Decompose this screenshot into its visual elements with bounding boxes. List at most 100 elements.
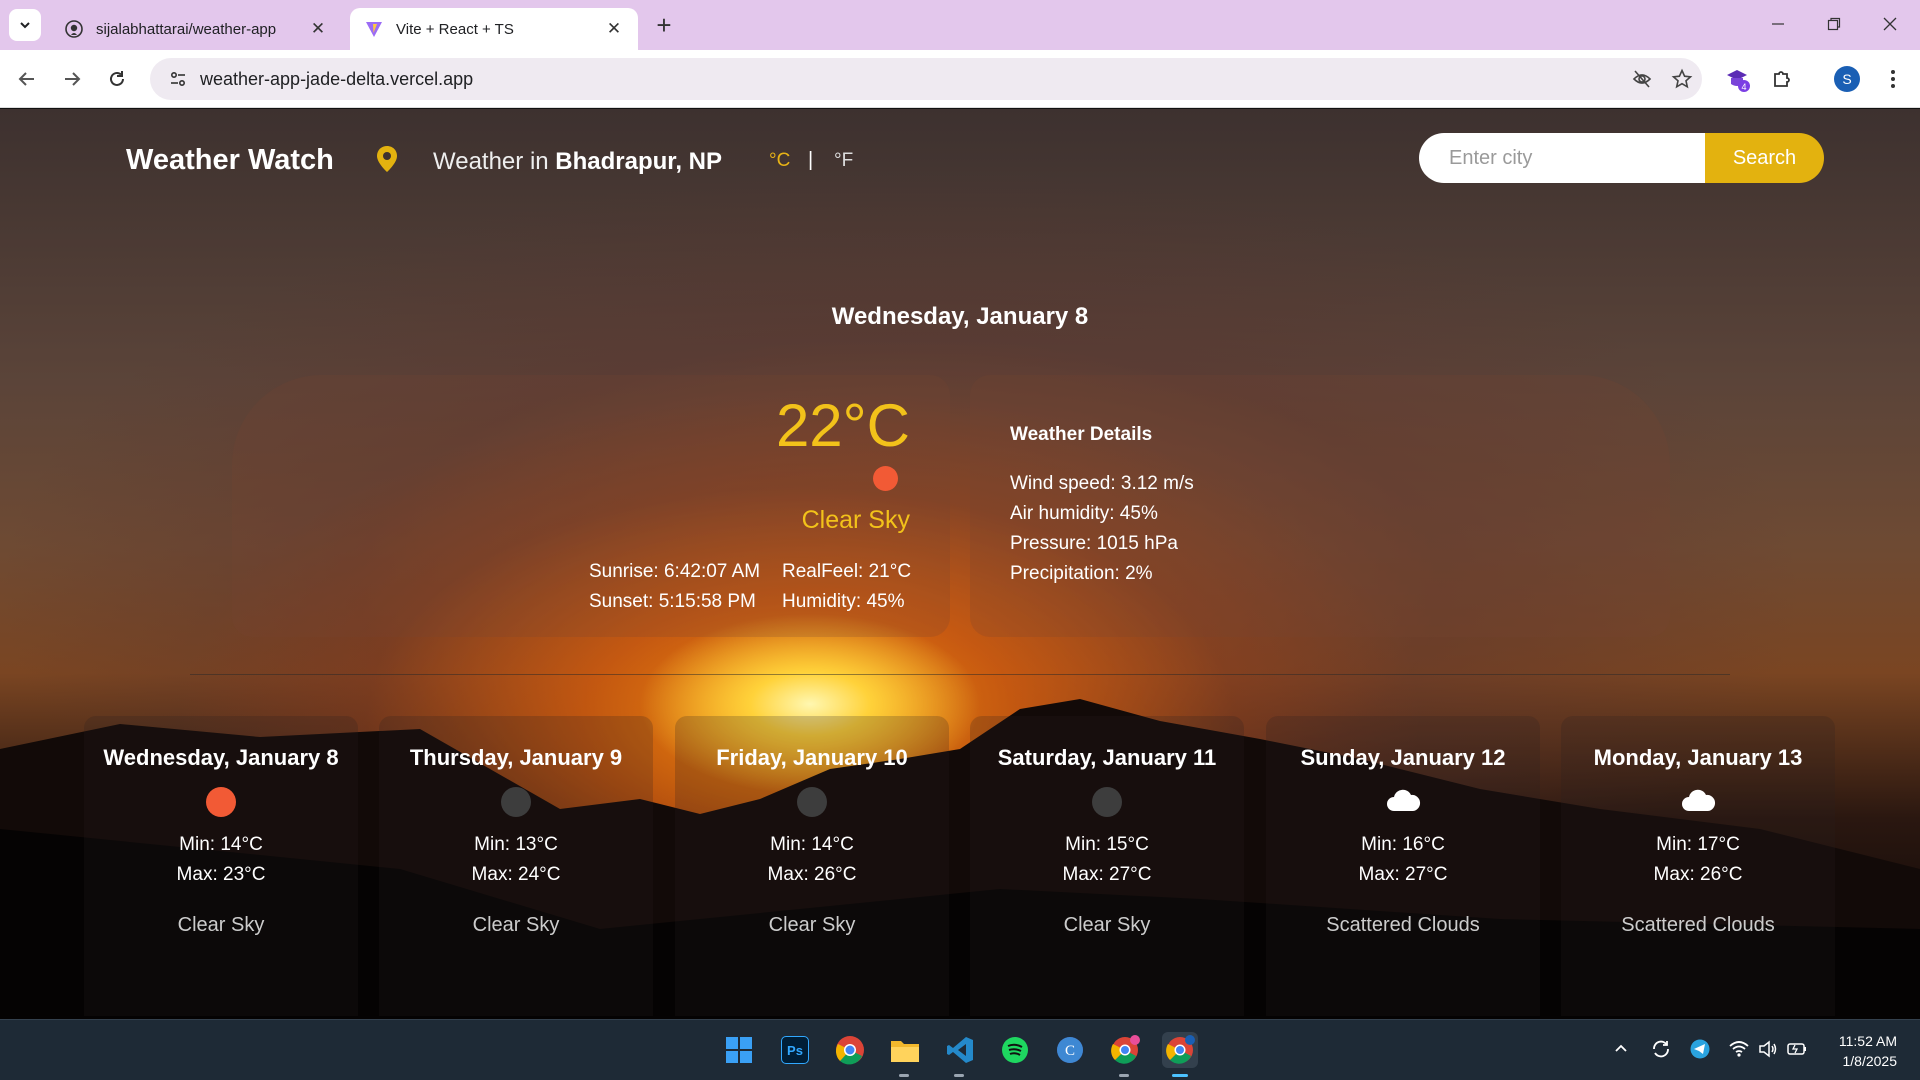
precipitation: Precipitation: 2%	[1010, 563, 1153, 584]
star-icon[interactable]	[1662, 68, 1702, 90]
spotify-icon[interactable]	[997, 1032, 1033, 1068]
moon-icon	[797, 787, 827, 817]
location-heading: Weather in Bhadrapur, NP	[433, 148, 722, 176]
forecast-min: Min: 16°C	[1361, 834, 1445, 855]
forecast-min: Min: 14°C	[770, 834, 854, 855]
restore-button[interactable]	[1814, 8, 1854, 40]
forecast-max: Max: 24°C	[471, 864, 561, 885]
sunrise-text: Sunrise: 6:42:07 AM	[589, 561, 761, 582]
forecast-card: Thursday, January 9 Min: 13°C Max: 24°C …	[379, 716, 653, 1016]
current-date: Wednesday, January 8	[831, 303, 1089, 330]
close-window-button[interactable]	[1870, 8, 1910, 40]
details-title: Weather Details	[1010, 424, 1153, 445]
forecast-min: Min: 13°C	[474, 834, 558, 855]
close-icon	[1883, 17, 1897, 31]
arrow-left-icon	[18, 72, 34, 86]
volume-icon[interactable]	[1758, 1040, 1778, 1063]
location-pin-icon[interactable]	[376, 145, 398, 173]
tab-title: sijalabhattarai/weather-app	[96, 20, 277, 38]
chevron-up-icon[interactable]	[1614, 1042, 1628, 1061]
avatar-initial: S	[1834, 66, 1860, 92]
browser-menu-icon[interactable]	[1878, 64, 1908, 94]
extension-badge: 4	[1741, 82, 1746, 92]
battery-icon[interactable]	[1786, 1040, 1808, 1063]
forecast-desc: Clear Sky	[768, 914, 856, 936]
sync-icon[interactable]	[1650, 1038, 1672, 1065]
running-indicator	[899, 1074, 909, 1077]
browser-tabstrip: sijalabhattarai/weather-app ✕ Vite + Rea…	[0, 0, 1920, 50]
profile-avatar[interactable]: S	[1832, 64, 1862, 94]
search-button[interactable]: Search	[1705, 133, 1824, 183]
minimize-button[interactable]	[1758, 8, 1798, 40]
address-bar[interactable]: weather-app-jade-delta.vercel.app	[150, 58, 1702, 100]
fahrenheit-toggle[interactable]: °F	[834, 150, 853, 172]
url-text[interactable]: weather-app-jade-delta.vercel.app	[200, 69, 1622, 90]
forecast-desc: Clear Sky	[1063, 914, 1151, 936]
forecast-day: Monday, January 13	[1593, 745, 1803, 770]
chrome-active-icon[interactable]	[1162, 1032, 1198, 1077]
forecast-min: Min: 17°C	[1656, 834, 1740, 855]
telegram-icon[interactable]	[1690, 1039, 1710, 1064]
extension-icon[interactable]: 4	[1722, 64, 1752, 94]
moon-icon	[1092, 787, 1122, 817]
weather-page: Weather Watch Weather in Bhadrapur, NP °…	[0, 109, 1920, 1019]
sun-icon	[873, 466, 898, 491]
clock-time: 11:52 AM	[1838, 1033, 1897, 1049]
forecast-card: Friday, January 10 Min: 14°C Max: 26°C C…	[675, 716, 949, 1016]
chevron-down-icon	[20, 22, 30, 29]
photoshop-icon[interactable]: Ps	[777, 1032, 813, 1068]
eye-off-icon[interactable]	[1622, 68, 1662, 90]
forecast-max: Max: 23°C	[176, 864, 266, 885]
vscode-icon[interactable]	[942, 1032, 978, 1077]
moon-icon	[501, 787, 531, 817]
forecast-day: Saturday, January 11	[997, 745, 1217, 770]
forward-button[interactable]	[55, 62, 89, 96]
active-indicator	[1172, 1074, 1188, 1077]
canva-icon[interactable]: C	[1052, 1032, 1088, 1068]
city-search-input[interactable]	[1419, 133, 1705, 183]
location-name: Bhadrapur, NP	[555, 148, 722, 175]
extensions-puzzle-icon[interactable]	[1767, 64, 1797, 94]
air-humidity: Air humidity: 45%	[1010, 503, 1158, 524]
forecast-min: Min: 14°C	[179, 834, 263, 855]
reload-button[interactable]	[100, 62, 134, 96]
current-condition: Clear Sky	[801, 506, 910, 534]
running-indicator	[954, 1074, 964, 1077]
forecast-desc: Clear Sky	[472, 914, 560, 936]
tab-github[interactable]: sijalabhattarai/weather-app ✕	[50, 8, 342, 50]
forecast-card: Saturday, January 11 Min: 15°C Max: 27°C…	[970, 716, 1244, 1016]
tab-search-button[interactable]	[9, 9, 41, 41]
forecast-max: Max: 26°C	[1653, 864, 1743, 885]
chrome-profile-icon[interactable]	[1107, 1032, 1143, 1077]
system-clock[interactable]: 11:52 AM 1/8/2025	[1812, 1031, 1897, 1071]
wind-speed: Wind speed: 3.12 m/s	[1010, 473, 1194, 494]
browser-toolbar: weather-app-jade-delta.vercel.app 4 S	[0, 50, 1920, 108]
windows-start-icon[interactable]	[721, 1032, 757, 1068]
wifi-icon[interactable]	[1729, 1040, 1749, 1063]
celsius-toggle[interactable]: °C	[769, 150, 790, 172]
close-tab-icon[interactable]: ✕	[308, 19, 328, 39]
minimize-icon	[1772, 23, 1784, 25]
tab-title: Vite + React + TS	[396, 20, 514, 38]
clock-date: 1/8/2025	[1842, 1053, 1898, 1069]
back-button[interactable]	[10, 62, 44, 96]
realfeel-text: RealFeel: 21°C	[782, 561, 912, 582]
vite-icon	[364, 19, 384, 39]
forecast-desc: Scattered Clouds	[1621, 914, 1775, 936]
new-tab-button[interactable]: +	[650, 10, 678, 40]
windows-taskbar: Ps C 11:52 AM 1/8/2025	[0, 1019, 1920, 1080]
sunset-text: Sunset: 5:15:58 PM	[589, 591, 756, 612]
forecast-day: Friday, January 10	[716, 745, 908, 770]
brand-title: Weather Watch	[126, 144, 334, 176]
forecast-max: Max: 27°C	[1358, 864, 1448, 885]
forecast-card: Monday, January 13 Min: 17°C Max: 26°C S…	[1561, 716, 1835, 1016]
tab-vite[interactable]: Vite + React + TS ✕	[350, 8, 638, 50]
restore-icon	[1827, 17, 1841, 31]
cloud-icon	[1387, 787, 1421, 817]
chrome-icon[interactable]	[832, 1032, 868, 1068]
forecast-day: Thursday, January 9	[409, 745, 623, 770]
humidity-text: Humidity: 45%	[782, 591, 905, 612]
site-info-icon[interactable]	[156, 69, 200, 89]
close-tab-icon[interactable]: ✕	[604, 19, 624, 39]
file-explorer-icon[interactable]	[887, 1032, 923, 1077]
